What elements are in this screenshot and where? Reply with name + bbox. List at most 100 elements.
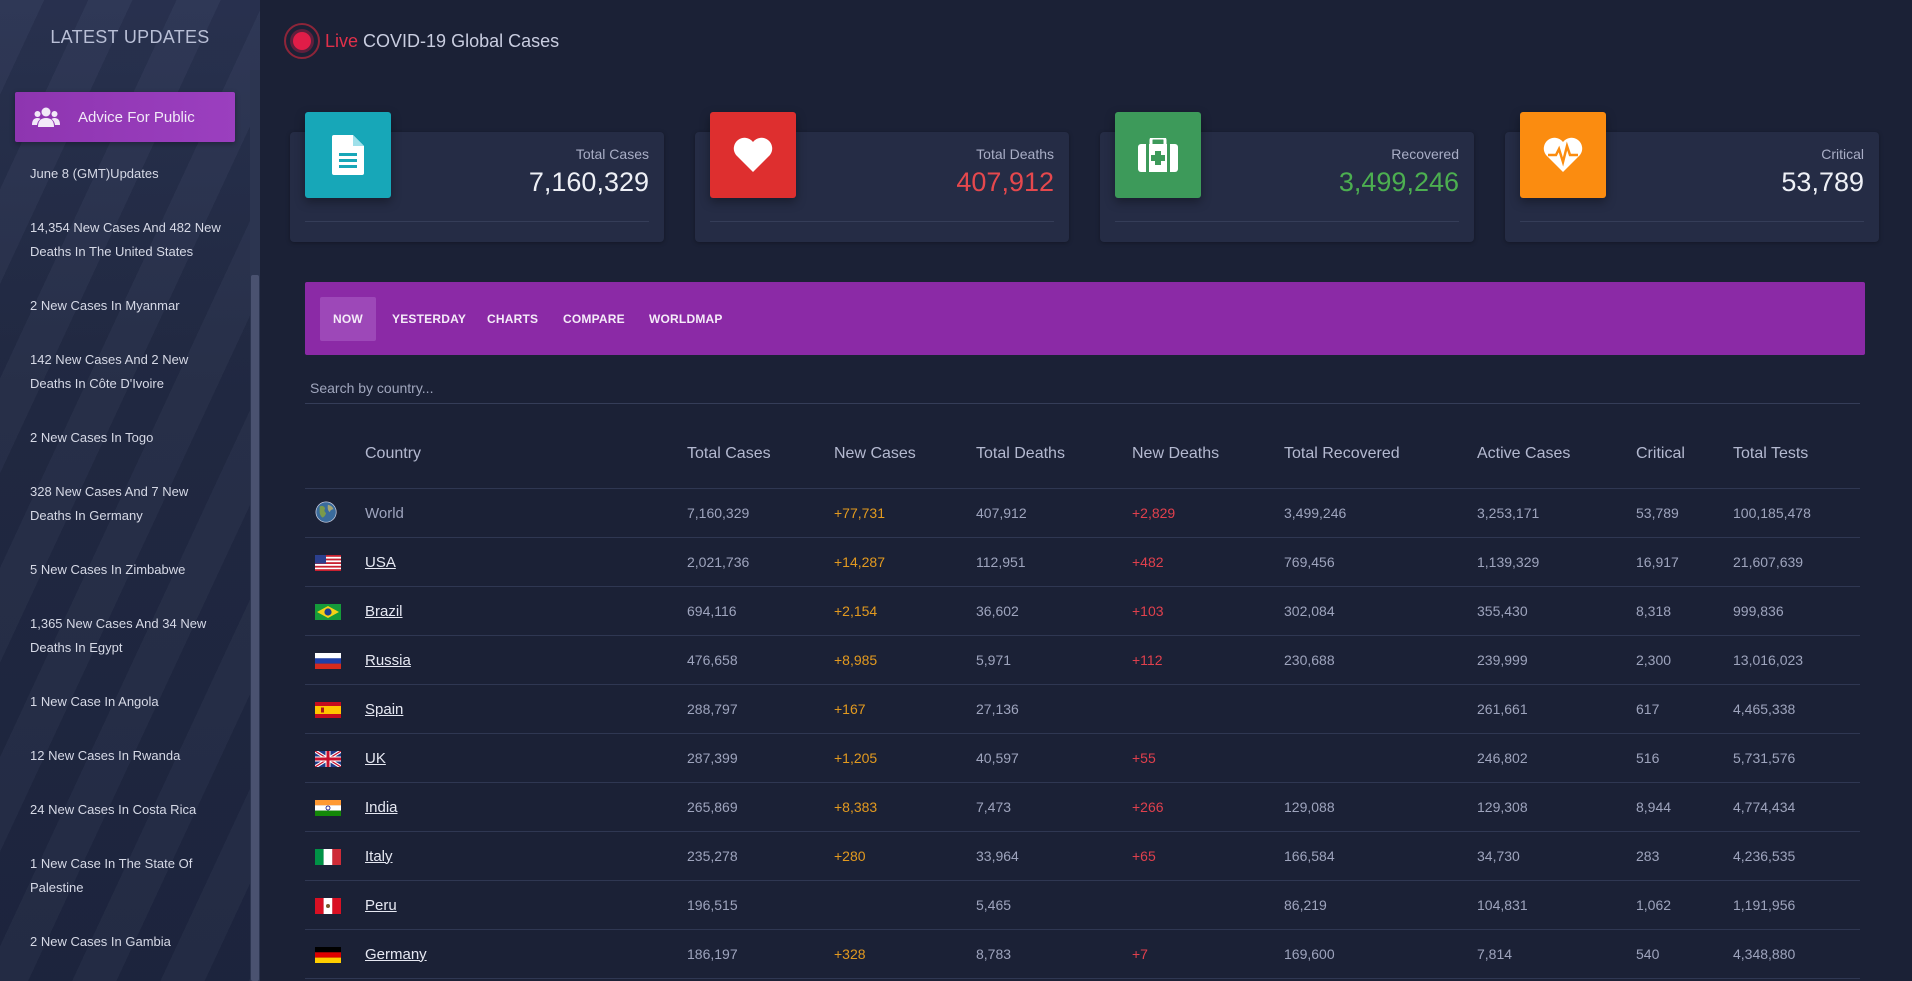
users-icon [32,107,60,127]
title-text: COVID-19 Global Cases [363,31,560,51]
cell: 288,797 [687,684,834,734]
cell: +77,731 [834,488,976,538]
col-active-cases[interactable]: Active Cases [1477,420,1636,489]
cell: 230,688 [1284,635,1477,685]
cell: 283 [1636,831,1733,881]
country-link[interactable]: USA [365,554,396,571]
cell: +103 [1132,586,1284,636]
cell: 100,185,478 [1733,488,1860,538]
cell: 86,219 [1284,880,1477,930]
cell: 104,831 [1477,880,1636,930]
cell: 166,584 [1284,831,1477,881]
italy-flag-icon [315,848,341,865]
sidebar-scrollbar[interactable] [250,70,260,981]
usa-flag-icon [315,554,341,571]
card-value: 7,160,329 [528,167,649,197]
country-link[interactable]: UK [365,750,386,767]
col-country[interactable]: Country [365,420,687,489]
update-item[interactable]: 24 New Cases In Costa Rica [30,798,230,822]
table-row: Spain 288,797 +167 27,136 261,661 617 4,… [305,684,1860,734]
update-item[interactable]: 14,354 New Cases And 482 New Deaths In T… [30,216,230,264]
card-value: 53,789 [1781,167,1864,197]
cell: 13,016,023 [1733,635,1860,685]
update-item[interactable]: 2 New Cases In Gambia [30,930,230,954]
update-item[interactable]: 1,365 New Cases And 34 New Deaths In Egy… [30,612,230,660]
table-row: Peru 196,515 5,465 86,219 104,831 1,062 … [305,880,1860,930]
table-row: USA 2,021,736 +14,287 112,951 +482 769,4… [305,537,1860,587]
update-item[interactable]: 1 New Case In Angola [30,690,230,714]
country-link[interactable]: Spain [365,701,403,718]
tab-now[interactable]: NOW [320,297,376,341]
table-row: India 265,869 +8,383 7,473 +266 129,088 … [305,782,1860,832]
col-critical[interactable]: Critical [1636,420,1733,489]
country-link[interactable]: India [365,799,398,816]
document-icon [305,112,391,198]
tab-worldmap[interactable]: WORLDMAP [649,297,723,341]
update-item[interactable]: 2 New Cases In Myanmar [30,294,230,318]
country-link[interactable]: Brazil [365,603,403,620]
col-total-deaths[interactable]: Total Deaths [976,420,1132,489]
cell: +8,383 [834,782,976,832]
cell: 1,062 [1636,880,1733,930]
col-total-cases[interactable]: Total Cases [687,420,834,489]
tab-compare[interactable]: COMPARE [563,297,625,341]
col-new-deaths[interactable]: New Deaths [1132,420,1284,489]
country-link[interactable]: Russia [365,652,411,669]
cell: +280 [834,831,976,881]
cell: 302,084 [1284,586,1477,636]
cell [1284,733,1477,783]
country-name: World [365,504,404,522]
update-item[interactable]: June 8 (GMT)Updates [30,162,230,186]
cell: 3,499,246 [1284,488,1477,538]
table-row: Russia 476,658 +8,985 5,971 +112 230,688… [305,635,1860,685]
advice-for-public-button[interactable]: Advice For Public [15,92,235,142]
live-label: Live [325,31,359,51]
col-new-cases[interactable]: New Cases [834,420,976,489]
cell: 769,456 [1284,537,1477,587]
country-link[interactable]: Peru [365,897,397,914]
table-row: Brazil 694,116 +2,154 36,602 +103 302,08… [305,586,1860,636]
cell: 287,399 [687,733,834,783]
update-item[interactable]: 328 New Cases And 7 New Deaths In German… [30,480,230,528]
update-item[interactable]: 1 New Case In The State Of Palestine [30,852,230,900]
search-input[interactable] [305,372,1860,404]
cell: +112 [1132,635,1284,685]
cell: +55 [1132,733,1284,783]
card-value: 3,499,246 [1338,167,1459,197]
col-total-tests[interactable]: Total Tests [1733,420,1860,489]
cell: 261,661 [1477,684,1636,734]
tab-yesterday[interactable]: YESTERDAY [392,297,466,341]
cell: 265,869 [687,782,834,832]
cell: +328 [834,929,976,979]
sidebar-title: LATEST UPDATES [50,27,210,47]
page-title: Live COVID-19 Global Cases [325,31,559,52]
tab-charts[interactable]: CHARTS [487,297,538,341]
cell: 36,602 [976,586,1132,636]
cell: 540 [1636,929,1733,979]
table-row: UK 287,399 +1,205 40,597 +55 246,802 516… [305,733,1860,783]
cell: 129,308 [1477,782,1636,832]
cell: 8,944 [1636,782,1733,832]
cell: 27,136 [976,684,1132,734]
table-row: Italy 235,278 +280 33,964 +65 166,584 34… [305,831,1860,881]
table-header-row: Country Total Cases New Cases Total Deat… [305,420,1860,489]
cell: +482 [1132,537,1284,587]
cell: +2,829 [1132,488,1284,538]
col-total-recovered[interactable]: Total Recovered [1284,420,1477,489]
update-item[interactable]: 142 New Cases And 2 New Deaths In Côte D… [30,348,230,396]
country-link[interactable]: Germany [365,946,427,963]
country-link[interactable]: Italy [365,848,393,865]
cell: 516 [1636,733,1733,783]
tab-bar: NOW YESTERDAY CHARTS COMPARE WORLDMAP [305,282,1865,355]
update-item[interactable]: 2 New Cases In Togo [30,426,230,450]
card-label: Critical [1821,146,1864,162]
cell: 8,783 [976,929,1132,979]
cell: 7,473 [976,782,1132,832]
scrollbar-thumb[interactable] [251,275,259,981]
table-row: World 7,160,329 +77,731 407,912 +2,829 3… [305,488,1860,538]
update-item[interactable]: 5 New Cases In Zimbabwe [30,558,230,582]
heartbeat-icon [1520,112,1606,198]
card-label: Total Deaths [976,146,1054,162]
update-item[interactable]: 12 New Cases In Rwanda [30,744,230,768]
cell: 476,658 [687,635,834,685]
